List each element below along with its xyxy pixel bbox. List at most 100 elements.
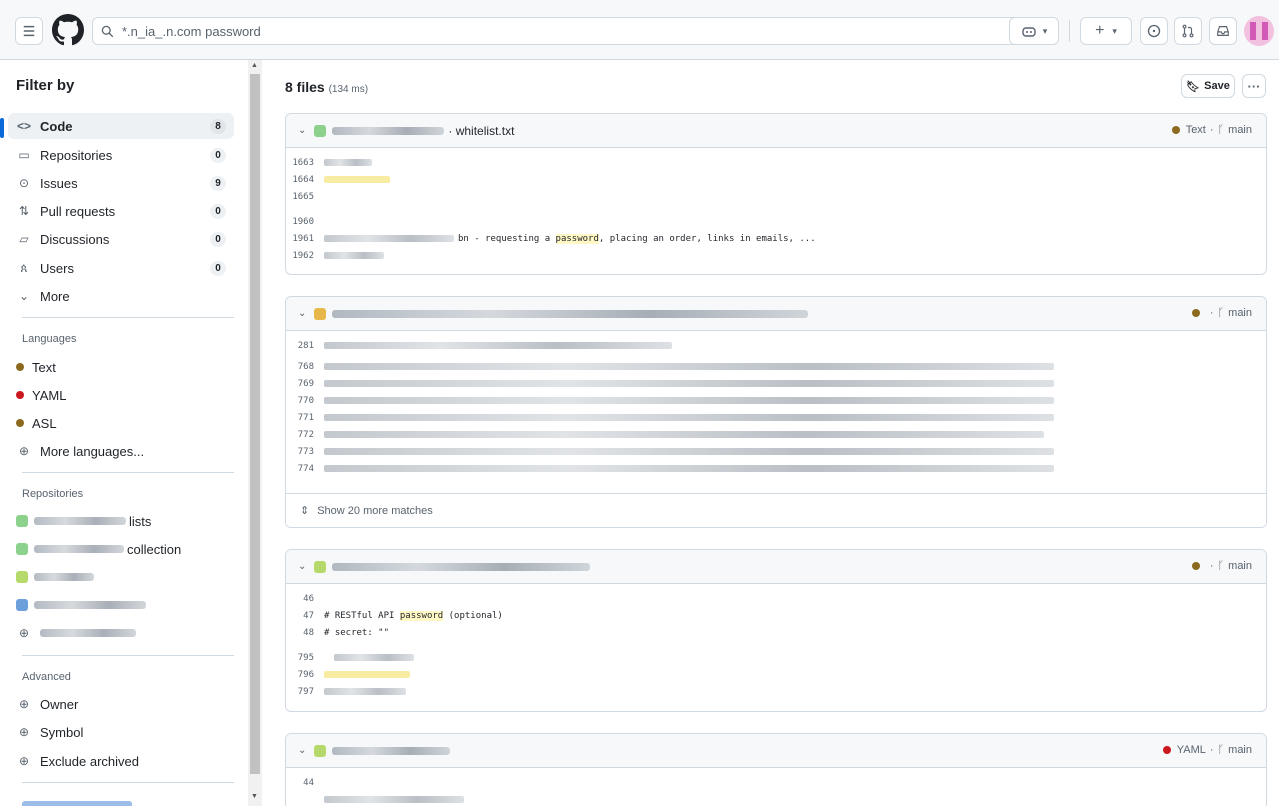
repository-filter-item[interactable]: ⊕ — [8, 620, 234, 646]
language-text[interactable]: Text — [8, 354, 234, 380]
chevron-down-icon[interactable]: ⌄ — [298, 745, 306, 756]
repository-filter-item[interactable]: collection — [8, 536, 234, 562]
redacted-text[interactable] — [332, 562, 591, 571]
code-line: 1962 — [286, 247, 1266, 264]
inbox-button[interactable] — [1209, 17, 1237, 45]
selected-indicator — [0, 118, 4, 138]
redacted-text — [324, 342, 672, 349]
separator: · — [1209, 560, 1214, 572]
bookmark-icon: 🔖︎ — [1186, 80, 1201, 93]
menu-button[interactable] — [15, 17, 43, 45]
git-pull-request-icon — [1182, 24, 1194, 38]
issue-opened-icon — [1147, 24, 1161, 38]
issues-button[interactable] — [1140, 17, 1168, 45]
language-color-dot — [1191, 562, 1200, 570]
code-line — [286, 791, 1266, 806]
code-line: 774 — [286, 460, 1266, 477]
code-line: 769 — [286, 375, 1266, 392]
filter-repositories[interactable]: ▭ Repositories 0 — [8, 142, 234, 168]
result-meta: YAML · ᚴ main — [1162, 744, 1252, 756]
scrollbar-thumb[interactable] — [250, 74, 260, 774]
redacted-text — [34, 545, 124, 553]
code-line: 768 — [286, 358, 1266, 375]
repo-avatar-icon — [16, 571, 28, 583]
code-line: 48 # secret: "" — [286, 624, 1266, 641]
repository-filter-item[interactable]: lists — [8, 508, 234, 534]
divider — [22, 782, 234, 783]
partially-visible-link[interactable] — [22, 796, 132, 806]
result-branch: main — [1228, 307, 1252, 319]
language-asl[interactable]: ASL — [8, 410, 234, 436]
scroll-up-arrow-icon[interactable]: ▲ — [251, 62, 258, 69]
avatar[interactable] — [1244, 16, 1274, 46]
filter-more-label: More — [40, 288, 70, 304]
code-line: 770 — [286, 392, 1266, 409]
advanced-owner[interactable]: ⊕ Owner — [8, 691, 234, 717]
filter-users[interactable]: ጰ Users 0 — [8, 255, 234, 281]
language-color-dot — [16, 391, 24, 399]
filter-more[interactable]: ⌄ More — [8, 283, 234, 309]
github-logo-icon[interactable] — [52, 14, 84, 46]
redacted-text — [324, 448, 1054, 455]
language-yaml[interactable]: YAML — [8, 382, 234, 408]
result-card-header: ⌄ · ᚴ main — [286, 550, 1266, 584]
line-number: 281 — [297, 340, 314, 351]
top-bar: *.n_ia_.n.com password ▾ + ▾ — [0, 0, 1279, 60]
create-new-button[interactable]: + ▾ — [1080, 17, 1132, 45]
filter-issues[interactable]: ⊙ Issues 9 — [8, 170, 234, 196]
chevron-down-icon[interactable]: ⌄ — [298, 308, 306, 319]
repo-avatar-icon — [314, 744, 327, 757]
repositories-heading: Repositories — [22, 488, 84, 500]
filter-pull-requests[interactable]: ⇅ Pull requests 0 — [8, 198, 234, 224]
copilot-button[interactable]: ▾ — [1009, 17, 1059, 45]
redacted-text — [22, 800, 132, 806]
filter-discussions-count: 0 — [210, 232, 226, 247]
advanced-exclude-archived[interactable]: ⊕ Exclude archived — [8, 748, 234, 774]
code-line: 44 — [286, 774, 1266, 791]
chevron-down-icon[interactable]: ⌄ — [298, 561, 306, 572]
result-meta: · ᚴ main — [1191, 560, 1252, 572]
line-number: 1665 — [292, 191, 314, 202]
filter-discussions[interactable]: ▱ Discussions 0 — [8, 226, 234, 252]
divider — [1069, 20, 1070, 42]
code-line: 796 — [286, 666, 1266, 683]
redacted-text — [324, 414, 1054, 421]
advanced-symbol[interactable]: ⊕ Symbol — [8, 719, 234, 745]
show-more-matches[interactable]: ⇕ Show 20 more matches — [286, 493, 1266, 527]
plus-circle-icon: ⊕ — [18, 626, 30, 640]
repository-filter-item[interactable] — [8, 564, 234, 590]
code-line: 773 — [286, 443, 1266, 460]
more-options-button[interactable]: ··· — [1242, 74, 1266, 98]
result-language: Text — [1185, 124, 1206, 136]
code-line: 772 — [286, 426, 1266, 443]
code-text: bn - requesting a — [458, 233, 556, 244]
chevron-down-icon[interactable]: ⌄ — [298, 125, 306, 136]
search-input[interactable]: *.n_ia_.n.com password — [92, 17, 1030, 45]
plus-circle-icon: ⊕ — [18, 697, 30, 711]
code-line: 47 # RESTful API password (optional) — [286, 607, 1266, 624]
result-meta: Text · ᚴ main — [1171, 124, 1252, 136]
redacted-text — [324, 671, 410, 678]
redacted-text[interactable] — [332, 746, 451, 755]
filter-pull-requests-label: Pull requests — [40, 203, 116, 219]
filter-code-label: Code — [40, 118, 73, 134]
result-file-name[interactable]: · whitelist.txt — [448, 124, 514, 138]
filter-code[interactable]: <> Code 8 — [8, 113, 234, 139]
filter-issues-count: 9 — [210, 176, 226, 191]
plus-circle-icon: ⊕ — [18, 754, 30, 768]
more-languages[interactable]: ⊕ More languages... — [8, 438, 234, 464]
redacted-text — [324, 252, 384, 259]
sidebar-scrollbar[interactable]: ▲ ▼ — [248, 60, 262, 806]
result-card: ⌄ YAML · ᚴ main 44 — [285, 733, 1267, 806]
code-text: (optional) — [443, 610, 503, 621]
pull-requests-button[interactable] — [1174, 17, 1202, 45]
repository-filter-item[interactable] — [8, 592, 234, 618]
result-card: ⌄ · whitelist.txt Text · ᚴ main 1663 166… — [285, 113, 1267, 275]
plus-circle-icon: ⊕ — [18, 444, 30, 458]
scroll-down-arrow-icon[interactable]: ▼ — [251, 793, 258, 800]
languages-heading: Languages — [22, 333, 77, 345]
language-color-dot — [1162, 746, 1171, 754]
redacted-text[interactable] — [332, 309, 809, 318]
line-number: 46 — [303, 593, 314, 604]
save-button[interactable]: 🔖︎ Save — [1181, 74, 1235, 98]
